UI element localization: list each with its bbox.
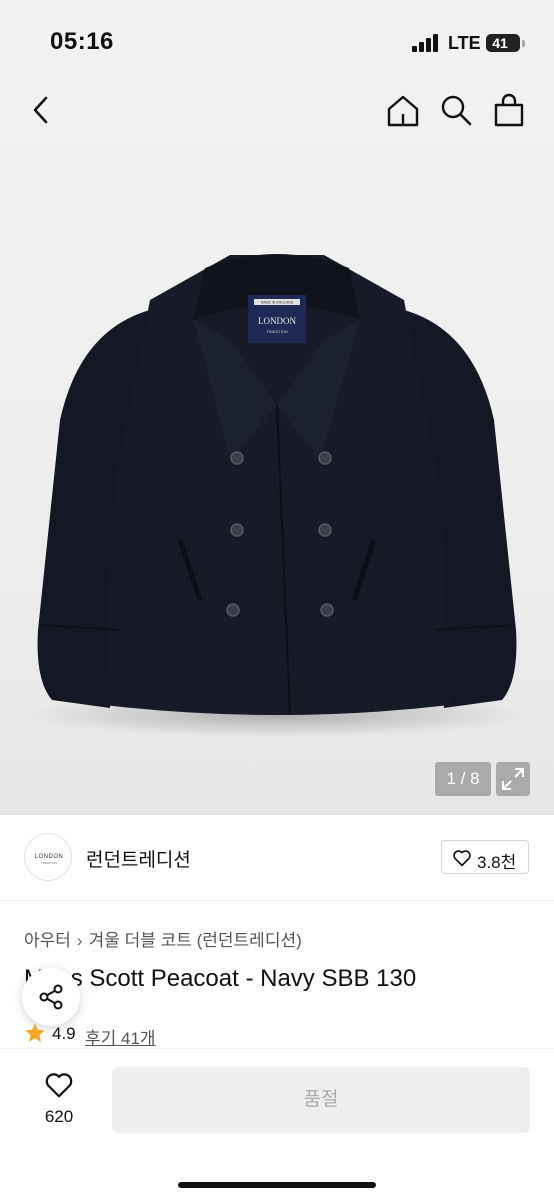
coat-label-sub: TRADITION <box>266 329 288 334</box>
bottom-action-bar: 620 품절 <box>0 1048 554 1200</box>
signal-icon <box>412 34 442 52</box>
wishlist-heart-icon[interactable] <box>44 1071 74 1099</box>
rating-value: 4.9 <box>52 1024 76 1043</box>
review-link[interactable]: 후기 41개 <box>85 1024 156 1049</box>
battery-cap <box>522 40 525 47</box>
brand-row: LONDON TRADITION 런던트레디션 3.8천 <box>0 815 554 900</box>
brand-name[interactable]: 런던트레디션 <box>86 845 191 872</box>
divider <box>0 900 554 901</box>
wishlist-count: 620 <box>44 1107 74 1126</box>
status-time: 05:16 <box>50 28 114 55</box>
share-button[interactable] <box>22 968 80 1026</box>
search-icon <box>441 95 472 126</box>
cart-button[interactable] <box>491 92 527 128</box>
star-icon <box>25 1023 45 1042</box>
brand-logo-sub: TRADITION <box>40 861 58 865</box>
breadcrumb-category[interactable]: 아우터 <box>24 931 71 950</box>
chevron-right-icon: › <box>76 931 83 950</box>
home-indicator <box>178 1182 376 1188</box>
expand-icon <box>502 768 524 790</box>
back-button[interactable] <box>24 92 60 128</box>
home-icon <box>387 95 419 127</box>
heart-icon <box>453 850 471 867</box>
back-icon <box>33 96 48 124</box>
sold-out-button[interactable]: 품절 <box>112 1067 530 1133</box>
status-bar: 05:16 LTE 41 <box>0 0 554 80</box>
expand-image-button[interactable] <box>496 762 530 796</box>
shopping-bag-icon <box>494 93 524 127</box>
image-counter: 1 / 8 <box>435 762 491 796</box>
search-button[interactable] <box>438 92 474 128</box>
product-photo: LONDON TRADITION MADE IN ENGLAND <box>0 160 554 760</box>
battery-level: 41 <box>492 35 508 51</box>
product-title: Mens Scott Peacoat - Navy SBB 130 <box>24 965 417 992</box>
battery-icon: 41 <box>486 34 520 52</box>
breadcrumb: 아우터 › 겨울 더블 코트 (런던트레디션) <box>24 926 302 951</box>
home-button[interactable] <box>385 92 421 128</box>
breadcrumb-subcategory[interactable]: 겨울 더블 코트 (런던트레디션) <box>89 931 302 950</box>
brand-logo[interactable]: LONDON TRADITION <box>24 833 72 881</box>
brand-like-count: 3.8천 <box>477 853 517 872</box>
share-icon <box>39 984 63 1010</box>
network-type: LTE <box>448 33 481 53</box>
coat-label-brand: LONDON <box>258 316 296 326</box>
coat-label-top: MADE IN ENGLAND <box>261 301 294 305</box>
brand-logo-text: LONDON <box>34 854 64 860</box>
brand-like-button[interactable]: 3.8천 <box>441 840 529 874</box>
